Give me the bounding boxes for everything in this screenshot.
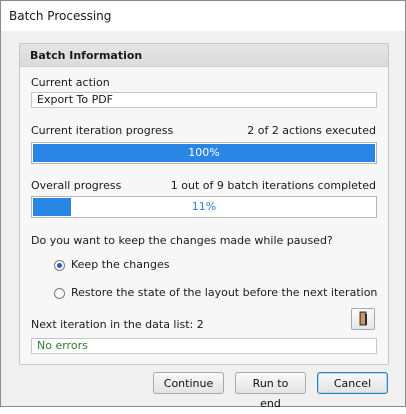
cancel-button[interactable]: Cancel: [317, 372, 388, 394]
restore-state-radio[interactable]: [54, 288, 65, 299]
iteration-progress-bar: 100%: [31, 142, 377, 164]
continue-button[interactable]: Continue: [153, 372, 224, 394]
group-header: Batch Information: [20, 44, 388, 67]
restore-state-label[interactable]: Restore the state of the layout before t…: [71, 286, 377, 299]
run-to-end-button[interactable]: Run to end: [235, 372, 306, 410]
window-title: Batch Processing: [9, 9, 112, 23]
document-icon: [359, 311, 367, 326]
keep-changes-radio[interactable]: [54, 260, 65, 271]
iteration-progress-label: Current iteration progress: [31, 124, 174, 137]
keep-changes-question: Do you want to keep the changes made whi…: [31, 234, 333, 247]
open-data-list-button[interactable]: [351, 308, 375, 330]
group-title: Batch Information: [30, 49, 143, 62]
overall-progress-status: 1 out of 9 batch iterations completed: [170, 179, 376, 192]
overall-progress-bar: 11%: [31, 196, 377, 218]
title-bar: Batch Processing: [1, 1, 405, 31]
batch-processing-dialog: Batch Processing Batch Information Curre…: [0, 0, 406, 410]
current-action-field: Export To PDF: [31, 92, 377, 108]
keep-changes-label[interactable]: Keep the changes: [71, 258, 169, 271]
current-action-label: Current action: [31, 76, 110, 89]
iteration-progress-percent: 100%: [188, 146, 220, 159]
next-iteration-label: Next iteration in the data list: 2: [31, 318, 204, 331]
iteration-progress-status: 2 of 2 actions executed: [247, 124, 376, 137]
status-field: No errors: [31, 338, 377, 354]
overall-progress-percent: 11%: [191, 200, 217, 213]
overall-progress-label: Overall progress: [31, 179, 122, 192]
